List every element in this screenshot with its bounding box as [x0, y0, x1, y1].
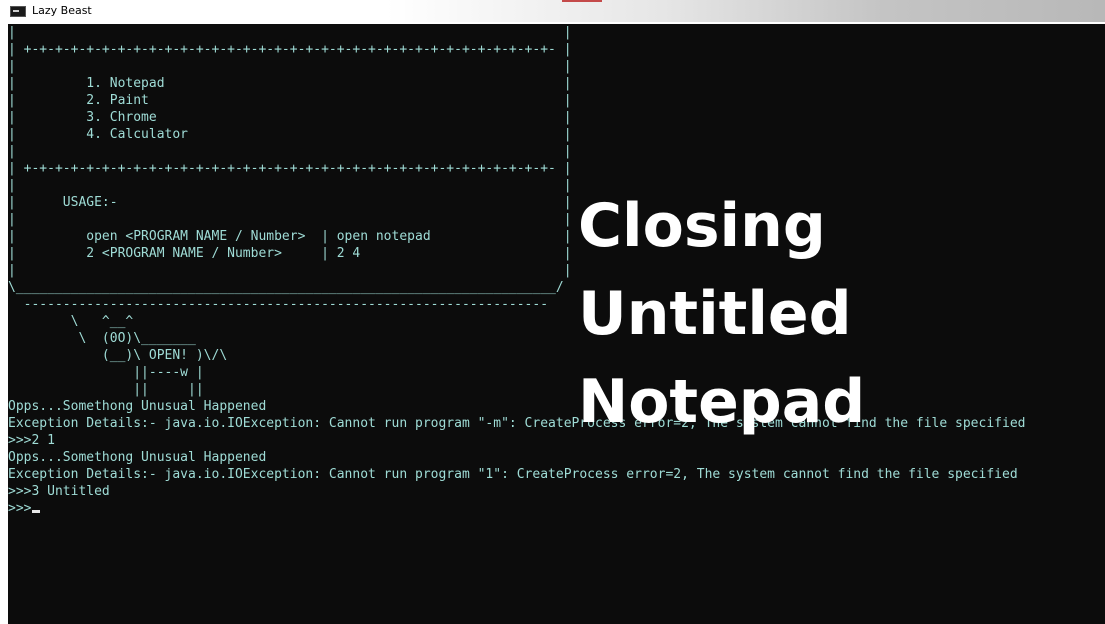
- console-line: \ (0O)\_______: [8, 331, 196, 346]
- console-output: | | | +-+-+-+-+-+-+-+-+-+-+-+-+-+-+-+-+-…: [8, 24, 1025, 517]
- caption-line-1: Closing: [578, 191, 826, 261]
- title-bar[interactable]: Lazy Beast: [0, 0, 1105, 22]
- console-line: | |: [8, 263, 572, 278]
- console-line: >>>2 1: [8, 433, 55, 448]
- console-line: Exception Details:- java.io.IOException:…: [8, 416, 1026, 431]
- console-line: || ||: [8, 382, 204, 397]
- window-title: Lazy Beast: [32, 4, 92, 17]
- console-line: | |: [8, 212, 572, 227]
- console-line: | 1. Notepad |: [8, 76, 572, 91]
- console-line: ----------------------------------------…: [8, 297, 549, 312]
- console-app-icon: [10, 6, 26, 17]
- console-line: | 2 <PROGRAM NAME / Number> | 2 4 |: [8, 246, 572, 261]
- console-line: ||----w |: [8, 365, 204, 380]
- console-line: \_______________________________________…: [8, 280, 564, 295]
- caption-line-2: Untitled: [578, 279, 852, 349]
- console-line: | +-+-+-+-+-+-+-+-+-+-+-+-+-+-+-+-+-+-+-…: [8, 42, 572, 57]
- console-line: | |: [8, 59, 572, 74]
- command-prompt[interactable]: >>>: [8, 501, 31, 516]
- console-line: | 2. Paint |: [8, 93, 572, 108]
- caption-overlay: Closing Untitled Notepad: [578, 182, 865, 446]
- console-line: | |: [8, 25, 572, 40]
- console-area[interactable]: | | | +-+-+-+-+-+-+-+-+-+-+-+-+-+-+-+-+-…: [8, 24, 1105, 624]
- console-line: | 4. Calculator |: [8, 127, 572, 142]
- console-line: | open <PROGRAM NAME / Number> | open no…: [8, 229, 572, 244]
- console-line: Opps...Somethong Unusual Happened: [8, 399, 267, 414]
- caption-line-3: Notepad: [578, 367, 866, 437]
- console-line: | |: [8, 178, 572, 193]
- console-line: \ ^__^: [8, 314, 134, 329]
- console-line: | +-+-+-+-+-+-+-+-+-+-+-+-+-+-+-+-+-+-+-…: [8, 161, 572, 176]
- text-cursor: [32, 510, 41, 513]
- console-line: | 3. Chrome |: [8, 110, 572, 125]
- console-line: | USAGE:- |: [8, 195, 572, 210]
- console-line: Opps...Somethong Unusual Happened: [8, 450, 267, 465]
- console-line: >>>3 Untitled: [8, 484, 110, 499]
- console-window: Lazy Beast | | | +-+-+-+-+-+-+-+-+-+-+-+…: [0, 0, 1105, 624]
- console-line: (__)\ OPEN! )\/\: [8, 348, 228, 363]
- console-line: Exception Details:- java.io.IOException:…: [8, 467, 1018, 482]
- console-line: | |: [8, 144, 572, 159]
- title-accent: [562, 0, 602, 2]
